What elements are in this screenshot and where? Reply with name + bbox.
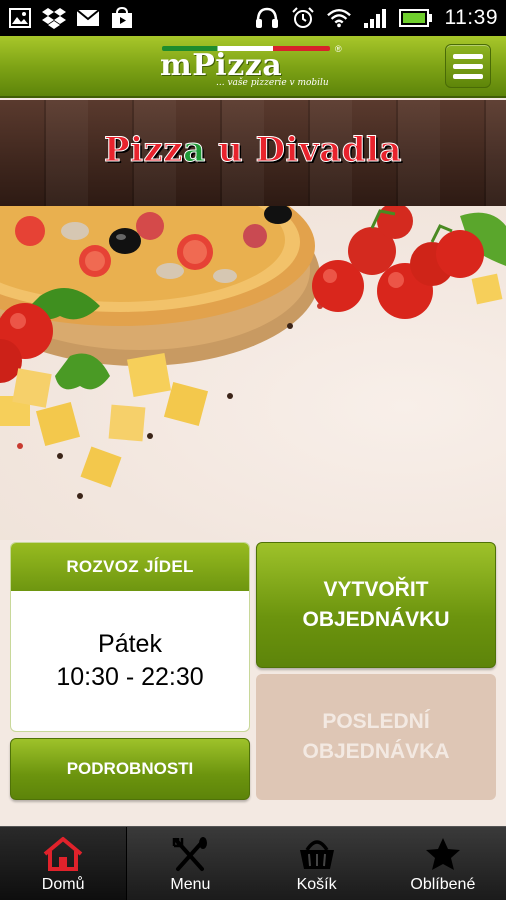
gallery-icon [8,7,32,29]
status-bar: 11:39 [0,0,506,36]
hamburger-icon-line [453,53,483,59]
signal-icon [363,7,387,29]
restaurant-banner: Pizza u Divadla [0,100,506,206]
details-button[interactable]: PODROBNOSTI [10,738,250,800]
system-icons: 11:39 [255,6,499,30]
nav-home[interactable]: Domů [0,827,128,900]
restaurant-name-part1: Pizz [104,130,184,171]
last-order-button[interactable]: POSLEDNÍ OBJEDNÁVKA [256,674,496,800]
logo-tagline: ... vaše pizzerie v mobilu [216,78,329,88]
pizza-illustration [0,206,506,499]
delivery-header: ROZVOZ JÍDEL [11,543,249,591]
mpizza-logo: mPizza ® ... vaše pizzerie v mobilu [160,42,346,88]
delivery-hours-card: ROZVOZ JÍDEL Pátek 10:30 - 22:30 [10,542,250,732]
cutlery-icon [173,837,208,871]
basket-icon [299,840,334,869]
nav-favorites-label: Oblíbené [410,876,476,893]
play-store-icon [110,7,134,29]
create-order-button[interactable]: VYTVOŘIT OBJEDNÁVKU [256,542,496,668]
bottom-navigation: Domů Menu Košík Oblíbené [0,826,506,900]
pizza-hero-image [0,206,506,540]
logo-registered-mark: ® [335,44,342,54]
clock: 11:39 [444,6,498,29]
hamburger-menu-button[interactable] [445,44,491,88]
alarm-icon [291,7,315,29]
wifi-icon [326,7,351,29]
restaurant-name: Pizza u Divadla [0,130,506,171]
delivery-hours: 10:30 - 22:30 [56,663,204,691]
battery-icon [398,7,433,29]
nav-cart-label: Košík [296,876,337,893]
notification-icons [8,7,134,29]
create-order-label-line1: VYTVOŘIT [323,578,429,601]
delivery-day: Pátek [98,630,162,658]
star-icon [425,838,460,870]
last-order-label-line2: OBJEDNÁVKA [302,740,450,763]
nav-home-label: Domů [41,876,85,893]
restaurant-name-part3: u Divadla [205,130,402,171]
last-order-label-line1: POSLEDNÍ [322,710,430,733]
home-icon [43,837,83,871]
nav-menu[interactable]: Menu [127,827,253,900]
delivery-hours-body: Pátek 10:30 - 22:30 [11,591,249,731]
create-order-label-line2: OBJEDNÁVKU [302,608,450,631]
hamburger-icon-line [453,73,483,79]
gmail-icon [76,7,100,29]
dropbox-icon [42,7,66,29]
headset-icon [255,7,279,29]
hamburger-icon-line [453,63,483,69]
restaurant-name-part2: a [183,130,206,171]
nav-menu-label: Menu [170,876,211,893]
nav-cart[interactable]: Košík [254,827,380,900]
app-header: mPizza ® ... vaše pizzerie v mobilu [0,36,506,98]
nav-favorites[interactable]: Oblíbené [380,827,506,900]
